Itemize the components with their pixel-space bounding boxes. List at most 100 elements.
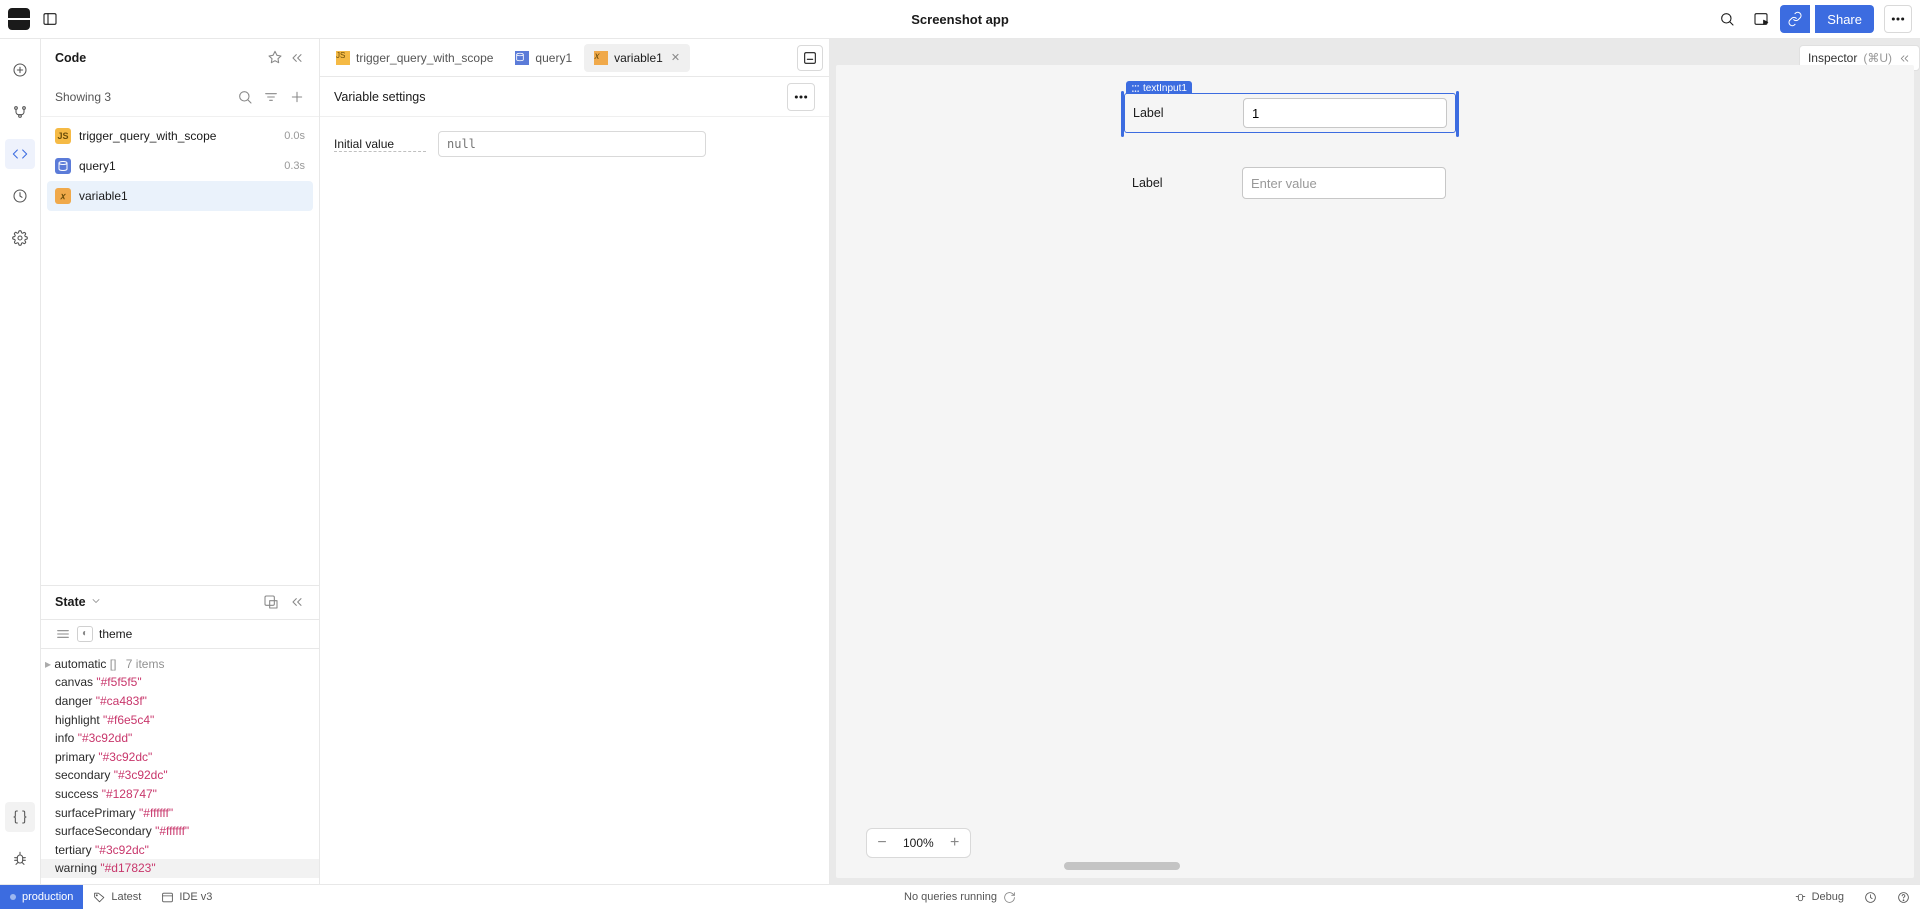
- debug-button[interactable]: Debug: [1784, 885, 1854, 909]
- state-row[interactable]: ▸ automatic [] 7 items: [55, 655, 305, 674]
- copy-link-button[interactable]: [1780, 5, 1810, 33]
- ide-version[interactable]: IDE v3: [151, 885, 222, 909]
- code-item-query1[interactable]: query1 0.3s: [47, 151, 313, 181]
- debug-label: Debug: [1812, 891, 1844, 903]
- logo-icon[interactable]: [8, 8, 30, 30]
- initial-value-input[interactable]: [438, 131, 706, 157]
- ide-label: IDE v3: [179, 891, 212, 903]
- query-status-text: No queries running: [904, 891, 997, 903]
- tab-query1[interactable]: query1: [505, 44, 582, 72]
- search-button[interactable]: [1712, 4, 1742, 34]
- state-row[interactable]: surfaceSecondary "#ffffff": [55, 822, 305, 841]
- tab-label: query1: [535, 51, 572, 65]
- left-rail: [0, 39, 41, 884]
- code-panel-header: Code: [41, 39, 319, 77]
- tag-icon: [93, 891, 106, 904]
- filter-icon[interactable]: [263, 89, 279, 105]
- rail-settings-button[interactable]: [5, 223, 35, 253]
- theme-icon: ◐: [77, 626, 93, 642]
- settings-header: Variable settings: [320, 77, 829, 117]
- collapse-icon[interactable]: [289, 594, 305, 610]
- js-tag-icon: JS: [336, 51, 350, 65]
- help-button[interactable]: [1887, 885, 1920, 909]
- env-indicator[interactable]: production: [0, 885, 83, 909]
- refresh-icon[interactable]: [1003, 891, 1016, 904]
- query-status: No queries running: [904, 891, 1016, 904]
- main: Code Showing 3 JS trigger_query_with_sco…: [0, 39, 1920, 884]
- settings-title: Variable settings: [334, 90, 426, 104]
- rail-debug-button[interactable]: [5, 844, 35, 874]
- preview-button[interactable]: [1746, 4, 1776, 34]
- state-row[interactable]: tertiary "#3c92dc": [55, 841, 305, 860]
- rail-history-button[interactable]: [5, 181, 35, 211]
- app-title: Screenshot app: [911, 12, 1009, 27]
- expand-icon: [1898, 52, 1911, 65]
- showing-row: Showing 3: [41, 77, 319, 117]
- code-item-variable1[interactable]: 𝑥 variable1: [47, 181, 313, 211]
- scrollbar-thumb[interactable]: [1064, 862, 1180, 870]
- code-list: JS trigger_query_with_scope 0.0s query1 …: [41, 117, 319, 215]
- state-row[interactable]: danger "#ca483f": [55, 692, 305, 711]
- textinput1-component[interactable]: Label: [1124, 93, 1456, 133]
- tab-variable1[interactable]: 𝑥 variable1 ✕: [584, 44, 690, 72]
- share-button[interactable]: Share: [1815, 5, 1874, 33]
- panel-toggle-button[interactable]: [36, 5, 64, 33]
- search-icon[interactable]: [237, 89, 253, 105]
- history-status-button[interactable]: [1854, 885, 1887, 909]
- state-row[interactable]: warning "#d17823": [41, 859, 319, 878]
- settings-menu-button[interactable]: [787, 83, 815, 111]
- state-row[interactable]: canvas "#f5f5f5": [55, 673, 305, 692]
- zoom-control: − 100% +: [866, 828, 971, 858]
- code-panel: Code Showing 3 JS trigger_query_with_sco…: [41, 39, 320, 884]
- state-breadcrumb: ◐ theme: [41, 619, 319, 649]
- state-row[interactable]: success "#128747": [55, 785, 305, 804]
- rail-state-button[interactable]: [5, 802, 35, 832]
- history-icon: [1864, 891, 1877, 904]
- textinput2-input[interactable]: [1242, 167, 1446, 199]
- zoom-in-button[interactable]: +: [940, 835, 970, 851]
- code-item-duration: 0.0s: [284, 130, 305, 142]
- statusbar: production Latest IDE v3 No queries runn…: [0, 884, 1920, 909]
- tab-trigger-query[interactable]: JS trigger_query_with_scope: [326, 44, 503, 72]
- state-row[interactable]: surfacePrimary "#ffffff": [55, 804, 305, 823]
- field-label: Label: [1132, 176, 1242, 190]
- editor-panel: JS trigger_query_with_scope query1 𝑥 var…: [320, 39, 830, 884]
- pin-icon[interactable]: [267, 50, 283, 66]
- collapse-icon[interactable]: [289, 50, 305, 66]
- rail-components-button[interactable]: [5, 97, 35, 127]
- rail-code-button[interactable]: [5, 139, 35, 169]
- textinput2-component[interactable]: Label: [1132, 167, 1446, 199]
- help-icon: [1897, 891, 1910, 904]
- canvas[interactable]: textInput1 Label Label − 100% +: [836, 65, 1914, 878]
- search-icon: [1719, 11, 1735, 27]
- state-row[interactable]: highlight "#f6e5c4": [55, 711, 305, 730]
- plus-icon[interactable]: [289, 89, 305, 105]
- minimize-panel-button[interactable]: [797, 45, 823, 71]
- list-icon[interactable]: [55, 626, 71, 642]
- clock-icon: [12, 188, 28, 204]
- state-row[interactable]: primary "#3c92dc": [55, 748, 305, 767]
- state-header[interactable]: State: [41, 586, 319, 619]
- code-header-title: Code: [55, 51, 86, 65]
- status-dot-icon: [10, 894, 16, 900]
- horizontal-scrollbar[interactable]: [842, 862, 1908, 872]
- close-icon[interactable]: ✕: [671, 51, 680, 64]
- canvas-shell: Inspector (⌘U) textInput1 Label Label − …: [830, 39, 1920, 884]
- code-item-trigger-query[interactable]: JS trigger_query_with_scope 0.0s: [47, 121, 313, 151]
- version-selector[interactable]: Latest: [83, 885, 151, 909]
- popout-icon[interactable]: [263, 594, 279, 610]
- more-button[interactable]: [1884, 5, 1912, 33]
- rail-add-button[interactable]: [5, 55, 35, 85]
- bug-icon: [12, 851, 28, 867]
- field-label: Label: [1133, 106, 1243, 120]
- bug-icon: [1794, 891, 1807, 904]
- js-tag-icon: JS: [55, 128, 71, 144]
- textinput1-input[interactable]: [1243, 98, 1447, 128]
- state-body: ▸ automatic [] 7 items canvas "#f5f5f5" …: [41, 649, 319, 884]
- state-row[interactable]: info "#3c92dd": [55, 729, 305, 748]
- zoom-out-button[interactable]: −: [867, 835, 897, 851]
- breadcrumb-label: theme: [99, 627, 132, 641]
- tab-label: trigger_query_with_scope: [356, 51, 493, 65]
- state-row[interactable]: secondary "#3c92dc": [55, 766, 305, 785]
- window-play-icon: [1753, 11, 1769, 27]
